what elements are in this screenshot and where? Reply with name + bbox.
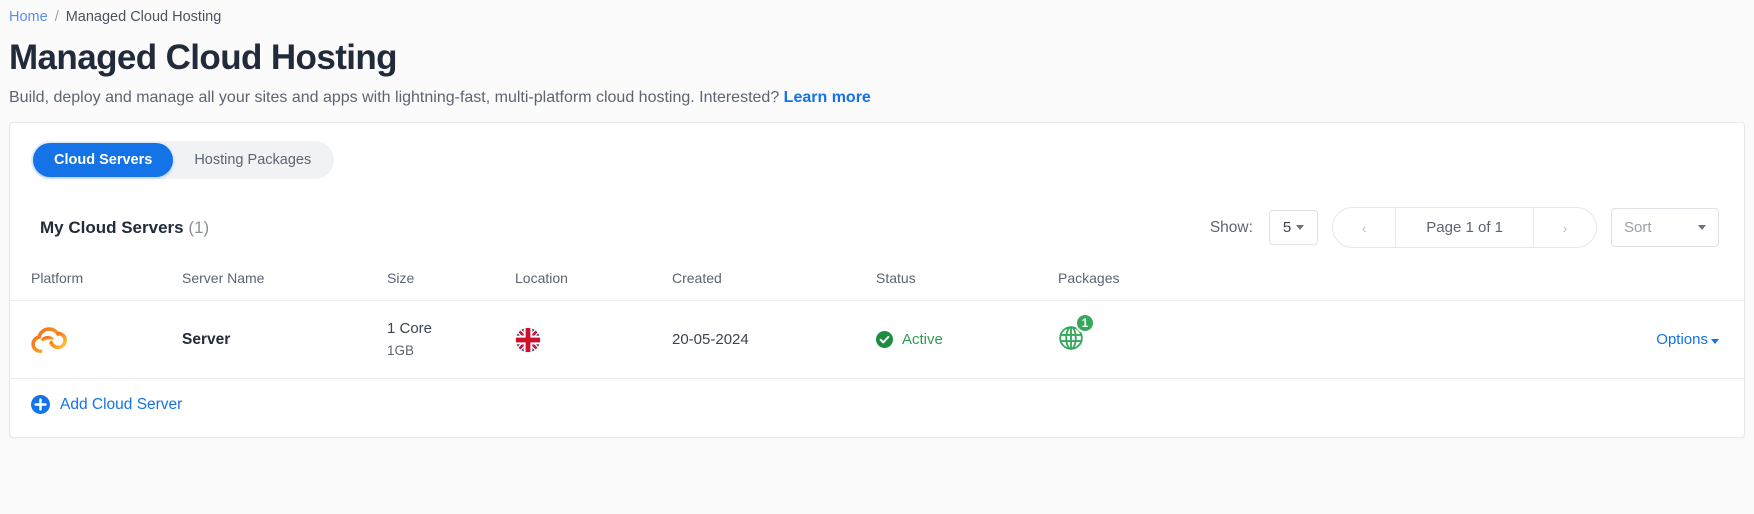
check-circle-icon xyxy=(876,331,893,348)
pagination: ‹ Page 1 of 1 › xyxy=(1332,207,1597,248)
size-memory: 1GB xyxy=(387,343,415,358)
page-subtitle-text: Build, deploy and manage all your sites … xyxy=(9,89,780,106)
packages-indicator[interactable]: 1 xyxy=(1058,312,1095,351)
options-dropdown-button[interactable]: Options xyxy=(1656,331,1719,348)
tabs-container: Cloud Servers Hosting Packages xyxy=(10,123,1744,179)
page-title: Managed Cloud Hosting xyxy=(9,38,398,77)
sort-select-value: Sort xyxy=(1624,219,1652,236)
column-header-packages: Packages xyxy=(1058,270,1120,286)
pagination-page-label: Page 1 of 1 xyxy=(1395,208,1534,247)
section-title: My Cloud Servers (1) xyxy=(40,218,209,238)
table-header-row: Platform Server Name Size Location Creat… xyxy=(10,270,1744,301)
server-name-text: Server xyxy=(182,330,231,348)
chevron-down-icon xyxy=(1296,225,1305,230)
status-text: Active xyxy=(902,331,943,348)
cell-created: 20-05-2024 xyxy=(672,331,749,348)
breadcrumb-home-link[interactable]: Home xyxy=(9,8,48,26)
column-header-platform: Platform xyxy=(31,270,84,286)
uk-flag-icon xyxy=(515,326,672,353)
column-header-status: Status xyxy=(876,270,916,286)
toolbar-controls: Show: 5 ‹ Page 1 of 1 › Sort xyxy=(1210,207,1719,248)
cloud-servers-card: Cloud Servers Hosting Packages My Cloud … xyxy=(9,122,1745,438)
table-toolbar: My Cloud Servers (1) Show: 5 ‹ Page 1 of… xyxy=(10,179,1744,248)
options-label: Options xyxy=(1656,331,1708,348)
column-header-created: Created xyxy=(672,270,722,286)
page-root: Home / Managed Cloud Hosting Managed Clo… xyxy=(0,0,1754,514)
breadcrumb-current: Managed Cloud Hosting xyxy=(65,9,222,25)
page-subtitle: Build, deploy and manage all your sites … xyxy=(9,87,1754,109)
chevron-down-icon xyxy=(1711,339,1719,344)
column-header-options xyxy=(1388,270,1744,301)
show-label: Show: xyxy=(1209,218,1253,236)
cell-size: 1 Core 1GB xyxy=(387,301,515,379)
tab-group: Cloud Servers Hosting Packages xyxy=(31,141,335,179)
card-footer: Add Cloud Server xyxy=(10,378,1744,437)
pagination-prev-button[interactable]: ‹ xyxy=(1333,208,1395,247)
cell-status: Active xyxy=(876,301,1058,379)
page-size-select[interactable]: 5 xyxy=(1268,210,1319,245)
section-count: (1) xyxy=(188,217,210,237)
cell-platform xyxy=(10,301,182,379)
table-header: Platform Server Name Size Location Creat… xyxy=(10,270,1744,301)
table-body: Server 1 Core 1GB 20-05-2024 Active 1 Op… xyxy=(10,300,1744,379)
cloud-servers-table: Platform Server Name Size Location Creat… xyxy=(10,270,1744,378)
tab-hosting-packages[interactable]: Hosting Packages xyxy=(173,143,332,177)
breadcrumb: Home / Managed Cloud Hosting xyxy=(0,0,1754,26)
chevron-down-icon xyxy=(1698,225,1706,230)
breadcrumb-separator: / xyxy=(54,9,59,25)
add-cloud-server-button[interactable]: Add Cloud Server xyxy=(31,395,182,414)
cell-packages: 1 xyxy=(1058,301,1388,379)
page-size-value: 5 xyxy=(1282,219,1292,236)
size-cores: 1 Core xyxy=(387,320,433,337)
packages-count-badge: 1 xyxy=(1075,312,1095,333)
cell-location xyxy=(515,301,672,379)
cell-server-name: Server xyxy=(182,301,387,379)
cell-options: Options xyxy=(1388,301,1744,379)
plus-circle-icon xyxy=(31,395,50,414)
sort-select[interactable]: Sort xyxy=(1611,208,1719,247)
pagination-next-button[interactable]: › xyxy=(1534,208,1596,247)
section-title-text: My Cloud Servers xyxy=(40,217,184,237)
column-header-location: Location xyxy=(515,270,568,286)
add-cloud-server-label: Add Cloud Server xyxy=(60,395,183,413)
status-badge: Active xyxy=(876,331,1058,348)
column-header-server-name: Server Name xyxy=(182,270,265,286)
learn-more-link[interactable]: Learn more xyxy=(784,89,871,106)
table-row[interactable]: Server 1 Core 1GB 20-05-2024 Active 1 Op… xyxy=(10,300,1744,379)
tab-cloud-servers[interactable]: Cloud Servers xyxy=(33,143,174,177)
cloud-platform-icon xyxy=(31,326,182,353)
column-header-size: Size xyxy=(387,270,415,286)
